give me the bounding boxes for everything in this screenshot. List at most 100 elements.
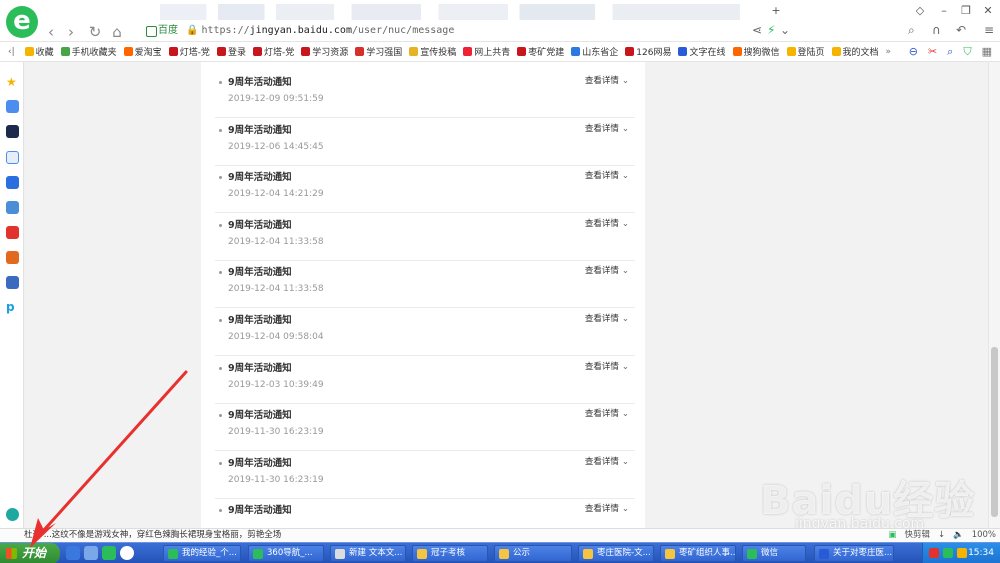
view-details-button[interactable]: 查看详情 ⌄ xyxy=(585,74,629,86)
taskbar-item[interactable]: 枣矿组织人事... xyxy=(660,545,736,562)
assistant-icon[interactable] xyxy=(6,508,19,521)
scissors-icon[interactable]: ✂ xyxy=(928,45,937,59)
game-icon[interactable] xyxy=(6,201,19,214)
p-app-icon[interactable]: p xyxy=(6,301,19,314)
tray-wechat-icon[interactable] xyxy=(943,548,953,558)
message-title[interactable]: 9周年活动通知 xyxy=(228,122,292,136)
maximize-icon[interactable]: ❐ xyxy=(958,4,974,18)
chat-icon[interactable] xyxy=(6,176,19,189)
grid-icon[interactable]: ▦ xyxy=(982,45,992,59)
download-icon[interactable]: ↓ xyxy=(938,529,945,542)
dropdown-icon[interactable]: ⌄ xyxy=(780,23,790,37)
taskbar-item[interactable]: 枣庄医院-文... xyxy=(578,545,654,562)
window-icon[interactable] xyxy=(6,151,19,164)
bookmark-item[interactable]: 山东省企 xyxy=(571,45,618,58)
view-details-button[interactable]: 查看详情 ⌄ xyxy=(585,264,629,276)
lightning-icon[interactable]: ⚡ xyxy=(767,23,775,37)
desktop-icon[interactable] xyxy=(84,546,98,560)
bookmark-item[interactable]: 文字在线 xyxy=(678,45,726,58)
bookmark-label: 网上共青 xyxy=(474,48,511,58)
taskbar-item[interactable]: 冠子考核 xyxy=(412,545,488,562)
clip-icon[interactable]: ▣ xyxy=(888,529,896,542)
refresh-icon[interactable]: ↻ xyxy=(86,23,104,41)
taskbar-item[interactable]: 360导航_... xyxy=(248,545,324,562)
bookmark-item[interactable]: 学习强国 xyxy=(355,45,402,58)
bookmark-item[interactable]: 手机收藏夹 xyxy=(60,45,117,58)
tray-app-icon[interactable] xyxy=(929,548,939,558)
undo-icon[interactable]: ↶ xyxy=(956,23,966,37)
news-ticker[interactable]: 杜达 ...这纹不像是游戏女神，穿红色辣胸长裙現身宝格丽，剪艳全场 xyxy=(24,529,281,542)
bookmark-item[interactable]: 登陆页 xyxy=(786,45,825,58)
bookmark-item[interactable]: 灯塔-党 xyxy=(252,45,294,58)
view-details-button[interactable]: 查看详情 ⌄ xyxy=(585,217,629,229)
menu-icon[interactable]: ≡ xyxy=(984,23,994,37)
browser-logo-icon[interactable]: e xyxy=(6,6,38,38)
message-title[interactable]: 9周年活动通知 xyxy=(228,455,292,469)
bookmark-item[interactable]: 搜狗微信 xyxy=(732,45,780,58)
message-title[interactable]: 9周年活动通知 xyxy=(228,360,292,374)
taskbar-item[interactable]: 新建 文本文... xyxy=(330,545,406,562)
bookmark-item[interactable]: 登录 xyxy=(216,45,246,58)
favorites-icon[interactable]: ★ xyxy=(6,76,19,89)
vertical-scrollbar[interactable] xyxy=(988,62,1000,528)
bookmark-item[interactable]: 灯塔-党 xyxy=(168,45,210,58)
address-bar[interactable]: 百度 🔒 https://jingyan.baidu.com/user/nuc/me… xyxy=(144,22,744,40)
tab-strip[interactable] xyxy=(160,4,740,20)
minus-circle-icon[interactable]: ⊖ xyxy=(909,45,918,59)
message-title[interactable]: 9周年活动通知 xyxy=(228,502,292,516)
bookmark-item[interactable]: 126网易 xyxy=(625,45,671,58)
home-icon[interactable]: ⌂ xyxy=(108,23,126,41)
zoom-level[interactable]: 100% xyxy=(972,529,996,542)
taskbar-item[interactable]: 我的经验_个... xyxy=(163,545,241,562)
bookmarks-collapse-icon[interactable]: ‹| xyxy=(8,47,15,57)
browser-quick-icon[interactable] xyxy=(102,546,116,560)
forward-icon[interactable]: › xyxy=(62,23,80,41)
taskbar-item[interactable]: 微信 xyxy=(742,545,806,562)
start-button[interactable]: 开始 xyxy=(0,543,60,563)
scroll-thumb[interactable] xyxy=(991,347,998,517)
minimize-icon[interactable]: – xyxy=(936,4,952,18)
quick-clip-label[interactable]: 快剪辑 xyxy=(904,529,930,542)
doc-icon[interactable] xyxy=(6,100,19,113)
bookmark-item[interactable]: 爱淘宝 xyxy=(123,45,162,58)
bookmark-item[interactable]: 网上共青 xyxy=(463,45,510,58)
tray-ime-icon[interactable] xyxy=(957,548,967,558)
magnifier-icon[interactable]: ⌕ xyxy=(947,45,953,59)
back-icon[interactable]: ‹ xyxy=(42,23,60,41)
view-details-button[interactable]: 查看详情 ⌄ xyxy=(585,312,629,324)
view-details-button[interactable]: 查看详情 ⌄ xyxy=(585,407,629,419)
taskbar-item[interactable]: 公示 xyxy=(494,545,572,562)
share-icon[interactable]: ⋖ xyxy=(752,23,762,37)
red-app-icon[interactable] xyxy=(6,226,19,239)
view-details-button[interactable]: 查看详情 ⌄ xyxy=(585,122,629,134)
taskbar-item[interactable]: 关于对枣庄医... xyxy=(814,545,894,562)
message-title[interactable]: 9周年活动通知 xyxy=(228,264,292,278)
bookmark-item[interactable]: 宣传投稿 xyxy=(409,45,456,58)
skin-icon[interactable]: ◇ xyxy=(912,4,928,18)
new-tab-icon[interactable]: + xyxy=(768,4,784,18)
bookmark-item[interactable]: 我的文档 xyxy=(831,45,879,58)
message-title[interactable]: 9周年活动通知 xyxy=(228,217,292,231)
volume-icon[interactable]: 🔈 xyxy=(953,529,964,542)
ie-icon[interactable] xyxy=(66,546,80,560)
close-icon[interactable]: ✕ xyxy=(980,4,996,18)
message-title[interactable]: 9周年活动通知 xyxy=(228,312,292,326)
message-title[interactable]: 9周年活动通知 xyxy=(228,74,292,88)
shield-icon[interactable]: ⛉ xyxy=(963,45,971,59)
qq-icon[interactable] xyxy=(120,546,134,560)
bookmarks-more-icon[interactable]: » xyxy=(886,47,892,57)
search-icon[interactable]: ⌕ xyxy=(908,23,915,38)
headphone-icon[interactable]: ∩ xyxy=(932,23,941,37)
news-app-icon[interactable] xyxy=(6,125,19,138)
view-details-button[interactable]: 查看详情 ⌄ xyxy=(585,169,629,181)
bookmark-item[interactable]: 枣矿党建 xyxy=(517,45,564,58)
orange-app-icon[interactable] xyxy=(6,251,19,264)
message-title[interactable]: 9周年活动通知 xyxy=(228,407,292,421)
bookmark-item[interactable]: 收藏 xyxy=(24,45,54,58)
view-details-button[interactable]: 查看详情 ⌄ xyxy=(585,502,629,514)
view-details-button[interactable]: 查看详情 ⌄ xyxy=(585,455,629,467)
bookmark-item[interactable]: 学习资源 xyxy=(301,45,348,58)
view-details-button[interactable]: 查看详情 ⌄ xyxy=(585,360,629,372)
blue-app-icon[interactable] xyxy=(6,276,19,289)
message-title[interactable]: 9周年活动通知 xyxy=(228,169,292,183)
